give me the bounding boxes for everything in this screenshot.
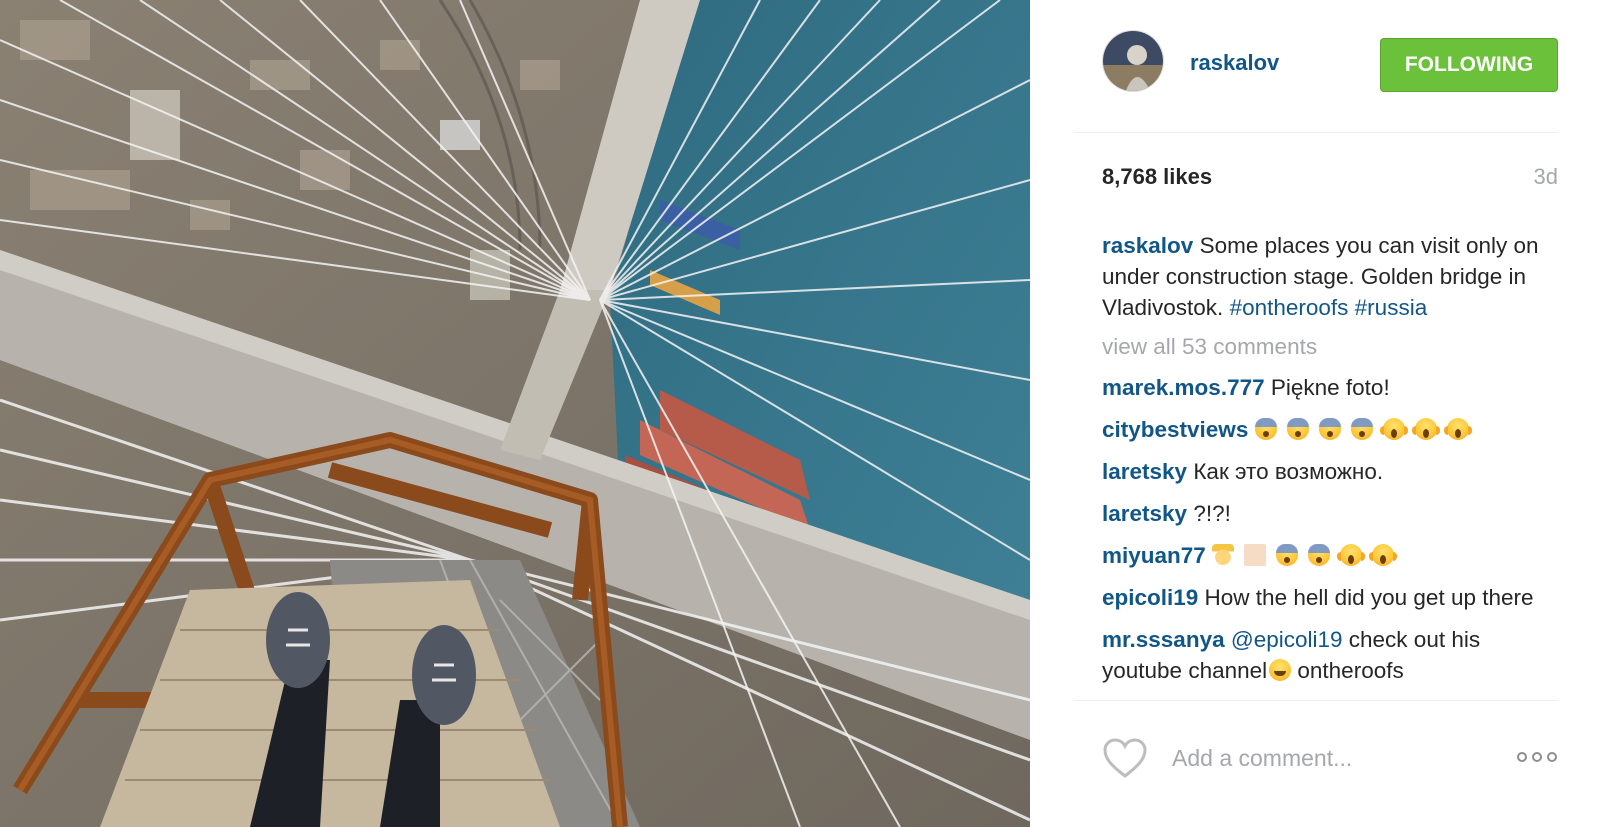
scream-emoji-icon [1443,418,1472,440]
comment-emojis [1254,417,1479,442]
heart-outline-icon[interactable] [1102,737,1148,779]
comment-username[interactable]: marek.mos.777 [1102,375,1265,400]
comment-item: mr.sssanya @epicoli19 check out his yout… [1102,624,1562,686]
laughing-emoji-icon [1269,659,1292,681]
scared-emoji-icon [1276,544,1299,566]
user-avatar[interactable] [1102,30,1164,92]
comment-item: laretsky Как это возможно. [1102,456,1562,487]
comment-item: citybestviews [1102,414,1562,445]
bridge-aerial-photo [0,0,1030,827]
post-header: raskalov FOLLOWING [1074,30,1558,133]
add-comment-input[interactable] [1170,739,1514,777]
instagram-post: raskalov FOLLOWING 8,768 likes 3d raskal… [0,0,1600,827]
comment-emojis [1212,543,1404,568]
prince-emoji-icon [1212,544,1235,566]
avatar-image [1103,31,1163,91]
post-photo[interactable] [0,0,1030,827]
skin-emoji-icon [1244,544,1267,566]
comment-text: How the hell did you get up there [1198,585,1534,610]
scream-emoji-icon [1379,418,1408,440]
comment-username[interactable]: mr.sssanya [1102,627,1225,652]
comment-text: ?!?! [1187,501,1231,526]
likes-count[interactable]: 8,768 likes [1102,164,1212,190]
scream-emoji-icon [1337,544,1366,566]
comment-item: miyuan77 [1102,540,1562,571]
comment-username[interactable]: miyuan77 [1102,543,1206,568]
scream-emoji-icon [1411,418,1440,440]
view-all-comments-link[interactable]: view all 53 comments [1102,331,1562,362]
following-button[interactable]: FOLLOWING [1380,38,1558,92]
header-username-link[interactable]: raskalov [1190,50,1279,76]
scared-emoji-icon [1308,544,1331,566]
scream-emoji-icon [1369,544,1398,566]
scared-emoji-icon [1286,418,1309,440]
post-age[interactable]: 3d [1534,164,1558,190]
comment-username[interactable]: epicoli19 [1102,585,1198,610]
comment-item: epicoli19 How the hell did you get up th… [1102,582,1562,613]
post-footer [1074,700,1558,811]
ellipsis-icon[interactable] [1516,749,1558,765]
scared-emoji-icon [1350,418,1373,440]
comment-mention[interactable]: @epicoli19 [1231,627,1343,652]
comment-text: Piękne foto! [1264,375,1390,400]
caption-username[interactable]: raskalov [1102,233,1193,258]
comment-username[interactable]: citybestviews [1102,417,1248,442]
post-meta: 8,768 likes 3d [1102,164,1558,198]
scared-emoji-icon [1318,418,1341,440]
caption: raskalov Some places you can visit only … [1102,230,1562,323]
hashtag-russia[interactable]: #russia [1355,295,1428,320]
comments-list: raskalov Some places you can visit only … [1102,230,1562,697]
comment-username[interactable]: laretsky [1102,501,1187,526]
comment-item: marek.mos.777 Piękne foto! [1102,372,1562,403]
hashtag-ontheroofs[interactable]: #ontheroofs [1230,295,1349,320]
post-side-panel: raskalov FOLLOWING 8,768 likes 3d raskal… [1030,0,1600,827]
comment-item: laretsky ?!?! [1102,498,1562,529]
comment-text: Как это возможно. [1187,459,1384,484]
scared-emoji-icon [1254,418,1277,440]
comment-text: ontheroofs [1291,658,1404,683]
comment-username[interactable]: laretsky [1102,459,1187,484]
